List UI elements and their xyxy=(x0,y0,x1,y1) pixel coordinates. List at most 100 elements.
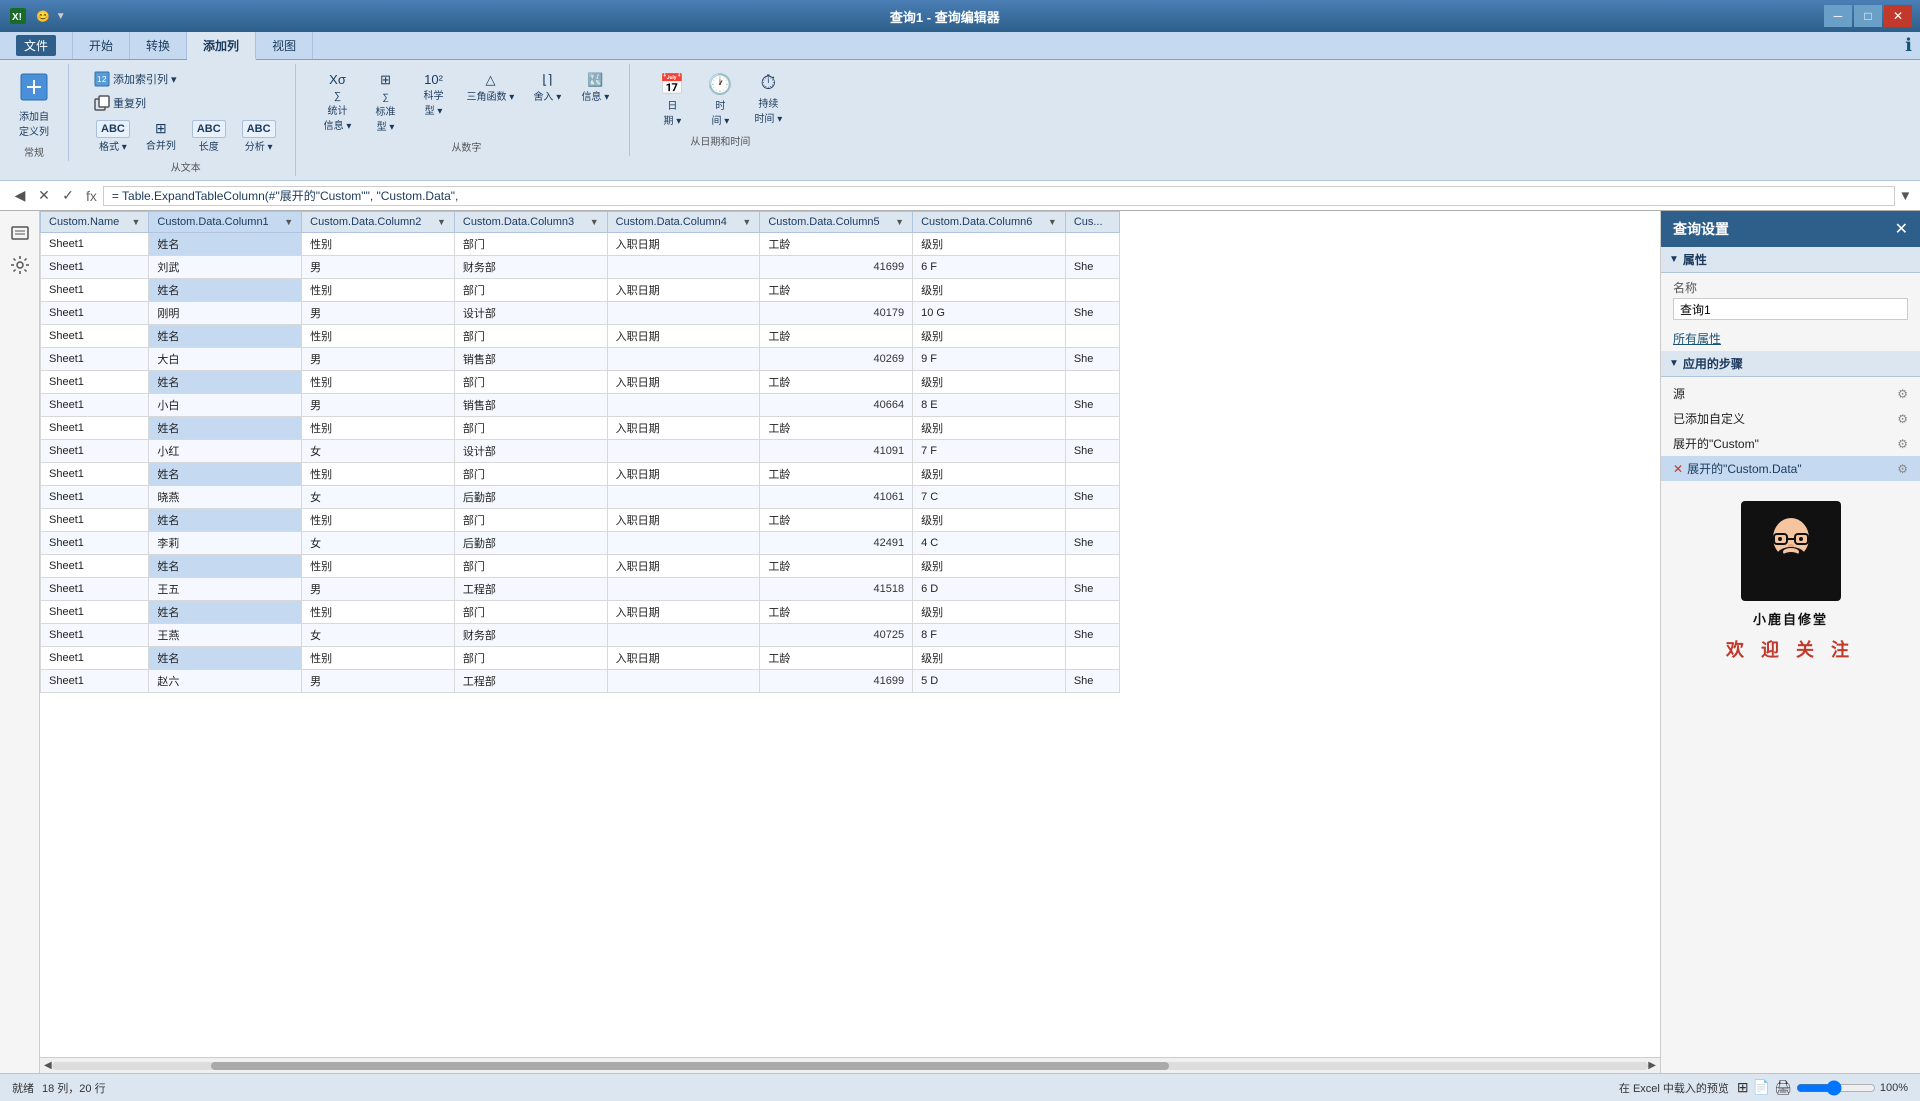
step-item-addCustom[interactable]: 已添加自定义⚙ xyxy=(1661,406,1920,431)
col-header-col3[interactable]: Custom.Data.Column3 ▼ xyxy=(454,212,607,233)
filter-col4[interactable]: ▼ xyxy=(742,217,751,227)
filter-col6[interactable]: ▼ xyxy=(1048,217,1057,227)
table-cell-col4 xyxy=(607,532,760,555)
page-view-icon[interactable]: 📄 xyxy=(1753,1079,1770,1096)
horizontal-scrollbar[interactable]: ◀ ▶ xyxy=(40,1057,1660,1073)
step-gear-icon[interactable]: ⚙ xyxy=(1897,462,1908,476)
trig-button[interactable]: △ 三角函数 ▾ xyxy=(460,68,522,107)
step-gear-icon[interactable]: ⚙ xyxy=(1897,412,1908,426)
table-cell-col5: 41699 xyxy=(760,670,913,693)
table-cell-col5: 工龄 xyxy=(760,371,913,394)
length-button[interactable]: ABC 长度 xyxy=(185,116,233,157)
steps-section-header[interactable]: ▼ 应用的步骤 xyxy=(1661,351,1920,377)
table-cell-col4: 入职日期 xyxy=(607,555,760,578)
table-cell-customName: Sheet1 xyxy=(41,532,149,555)
maximize-button[interactable]: □ xyxy=(1854,5,1882,27)
tab-view[interactable]: 视图 xyxy=(256,32,313,59)
table-cell-col2: 性别 xyxy=(302,463,455,486)
table-cell-col3: 部门 xyxy=(454,647,607,670)
filter-col1[interactable]: ▼ xyxy=(284,217,293,227)
scroll-thumb[interactable] xyxy=(211,1062,1169,1070)
close-button[interactable]: ✕ xyxy=(1884,5,1912,27)
tab-file[interactable]: 文件 xyxy=(0,32,73,59)
duplicate-button[interactable]: 重复列 xyxy=(89,92,283,114)
scientific-button[interactable]: 10² 科学型 ▾ xyxy=(412,68,456,121)
table-cell-col1: 小红 xyxy=(149,440,302,463)
col-header-col5[interactable]: Custom.Data.Column5 ▼ xyxy=(760,212,913,233)
filter-col2[interactable]: ▼ xyxy=(437,217,446,227)
filter-custom-name[interactable]: ▼ xyxy=(131,217,140,227)
analyze-button[interactable]: ABC 分析 ▾ xyxy=(235,116,283,157)
table-cell-col5: 工龄 xyxy=(760,647,913,670)
date-button[interactable]: 📅 日期 ▾ xyxy=(650,68,694,131)
print-view-icon[interactable]: 🖨 xyxy=(1774,1079,1792,1096)
scroll-left-button[interactable]: ◀ xyxy=(44,1060,52,1071)
time-button[interactable]: 🕐 时间 ▾ xyxy=(698,68,742,131)
col-header-custom-name[interactable]: Custom.Name ▼ xyxy=(41,212,149,233)
col-header-col6[interactable]: Custom.Data.Column6 ▼ xyxy=(913,212,1066,233)
formula-input[interactable] xyxy=(103,186,1895,206)
table-row: Sheet1小白男销售部406648 EShe xyxy=(41,394,1120,417)
table-cell-col6: 4 C xyxy=(913,532,1066,555)
grid-view-icon[interactable]: ⊞ xyxy=(1737,1079,1749,1096)
tab-transform[interactable]: 转换 xyxy=(130,32,187,59)
table-cell-col6: 级别 xyxy=(913,325,1066,348)
sidebar-settings-icon[interactable] xyxy=(6,251,34,279)
col-header-col2[interactable]: Custom.Data.Column2 ▼ xyxy=(302,212,455,233)
help-icon[interactable]: ℹ xyxy=(1905,35,1912,56)
query-name-input[interactable] xyxy=(1673,298,1908,320)
info-button[interactable]: 🔣 信息 ▾ xyxy=(573,68,617,107)
status-bar-left: 就绪 18 列，20 行 xyxy=(12,1080,106,1096)
table-cell-col3: 部门 xyxy=(454,555,607,578)
col-header-col1[interactable]: Custom.Data.Column1 ▼ xyxy=(149,212,302,233)
table-cell-col2: 男 xyxy=(302,394,455,417)
table-row: Sheet1姓名性别部门入职日期工龄级别 xyxy=(41,325,1120,348)
table-cell-col4: 入职日期 xyxy=(607,647,760,670)
formula-confirm-button[interactable]: ✓ xyxy=(58,186,78,206)
table-cell-col4: 入职日期 xyxy=(607,279,760,302)
table-cell-col2: 男 xyxy=(302,348,455,371)
table-cell-col4 xyxy=(607,670,760,693)
step-gear-icon[interactable]: ⚙ xyxy=(1897,437,1908,451)
table-cell-col6: 级别 xyxy=(913,509,1066,532)
tab-home[interactable]: 开始 xyxy=(73,32,130,59)
duration-button[interactable]: ⏱ 持续时间 ▾ xyxy=(746,68,790,129)
filter-col3[interactable]: ▼ xyxy=(590,217,599,227)
rounding-button[interactable]: ⌊⌉ 舍入 ▾ xyxy=(525,68,569,107)
minimize-button[interactable]: ─ xyxy=(1824,5,1852,27)
table-cell-col2: 性别 xyxy=(302,371,455,394)
col-header-col4[interactable]: Custom.Data.Column4 ▼ xyxy=(607,212,760,233)
all-props-link[interactable]: 所有属性 xyxy=(1661,326,1920,351)
sidebar-queries-icon[interactable] xyxy=(6,219,34,247)
right-panel-close-button[interactable]: ✕ xyxy=(1895,219,1908,239)
formula-cancel-button[interactable]: ✕ xyxy=(34,186,54,206)
format-button[interactable]: ABC 格式 ▾ xyxy=(89,116,137,157)
table-cell-col5: 工龄 xyxy=(760,417,913,440)
tab-add-column[interactable]: 添加列 xyxy=(187,32,256,60)
table-cell-col5: 40269 xyxy=(760,348,913,371)
table-row: Sheet1刘武男财务部416996 FShe xyxy=(41,256,1120,279)
step-item-source[interactable]: 源⚙ xyxy=(1661,381,1920,406)
add-index-col-button[interactable]: 12 添加索引列 ▾ xyxy=(89,68,283,90)
stats-button[interactable]: Xσ∑ 统计信息 ▾ xyxy=(316,68,360,136)
add-index-label: 添加索引列 ▾ xyxy=(113,71,177,87)
add-custom-col-button[interactable]: 添加自定义列 xyxy=(12,68,56,142)
filter-col5[interactable]: ▼ xyxy=(895,217,904,227)
step-item-expandCustomData[interactable]: ✕展开的"Custom.Data"⚙ xyxy=(1661,456,1920,481)
nav-prev-button[interactable]: ◀ xyxy=(10,186,30,206)
formula-dropdown-button[interactable]: ▼ xyxy=(1895,188,1916,203)
table-cell-extra xyxy=(1065,233,1119,256)
table-cell-col2: 性别 xyxy=(302,279,455,302)
standard-button[interactable]: ⊞∑ 标准型 ▾ xyxy=(364,68,408,137)
step-gear-icon[interactable]: ⚙ xyxy=(1897,387,1908,401)
zoom-slider[interactable] xyxy=(1796,1080,1876,1096)
properties-section-header[interactable]: ▼ 属性 xyxy=(1661,247,1920,273)
formula-fx-icon: fx xyxy=(86,188,97,204)
col-header-extra[interactable]: Cus... xyxy=(1065,212,1119,233)
merge-button[interactable]: ⊞ 合并列 xyxy=(139,116,183,157)
step-item-expandCustom[interactable]: 展开的"Custom"⚙ xyxy=(1661,431,1920,456)
table-row: Sheet1刚明男设计部4017910 GShe xyxy=(41,302,1120,325)
table-container[interactable]: Custom.Name ▼ Custom.Data.Column1 ▼ xyxy=(40,211,1660,1057)
scroll-right-button[interactable]: ▶ xyxy=(1648,1060,1656,1071)
table-cell-extra: She xyxy=(1065,624,1119,647)
